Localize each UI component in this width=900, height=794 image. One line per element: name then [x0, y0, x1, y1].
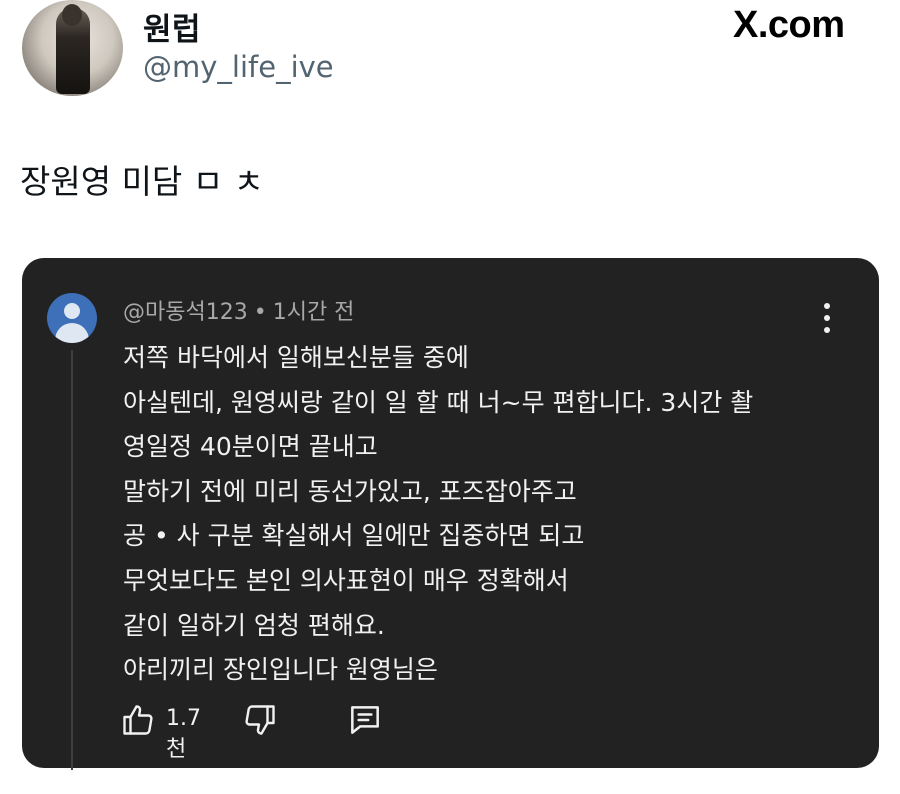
comment-icon	[351, 706, 379, 734]
comment-line: 공 • 사 구분 확실해서 일에만 집중하면 되고	[123, 521, 585, 551]
thread-line	[71, 350, 73, 770]
thumbs-up-icon	[123, 705, 153, 735]
comment-line: 야리끼리 장인입니다 원영님은	[123, 655, 438, 685]
display-name[interactable]: 원럽	[143, 4, 201, 49]
comment-author: @마동석123	[123, 300, 248, 325]
more-vertical-icon[interactable]	[821, 301, 833, 335]
comment-body: 저쪽 바닥에서 일해보신분들 중에 아실텐데, 원영씨랑 같이 일 할 때 너~…	[123, 336, 853, 693]
comment-screenshot-card: @마동석123 • 1시간 전 저쪽 바닥에서 일해보신분들 중에 아실텐데, 원영…	[22, 258, 879, 770]
meta-separator: •	[253, 300, 267, 325]
comment-line: 영일정 40분이면 끝내고	[123, 432, 378, 462]
avatar-head	[62, 4, 82, 26]
profile-avatar[interactable]	[22, 0, 123, 96]
reply-button[interactable]	[346, 700, 384, 740]
tweet-text: 장원영 미담 ㅁ ㅊ	[20, 162, 264, 201]
comment-line: 아실텐데, 원영씨랑 같이 일 할 때 너~무 편합니다. 3시간 촬	[123, 387, 754, 417]
comment-line: 무엇보다도 본인 의사표현이 매우 정확해서	[123, 565, 569, 595]
comment-line: 같이 일하기 엄청 편해요.	[123, 610, 385, 640]
thumbs-down-icon	[245, 705, 275, 735]
comment-line: 말하기 전에 미리 동선가있고, 포즈잡아주고	[123, 476, 577, 506]
default-user-icon	[47, 293, 97, 343]
like-count: 1.7천	[166, 706, 201, 762]
comment-meta: @마동석123 • 1시간 전	[123, 294, 354, 326]
comment-line: 저쪽 바닥에서 일해보신분들 중에	[123, 343, 469, 372]
user-handle[interactable]: @my_life_ive	[143, 50, 334, 84]
dislike-button[interactable]	[242, 700, 278, 740]
like-button[interactable]	[120, 700, 156, 740]
x-logo: X.com	[733, 4, 845, 46]
comment-time: 1시간 전	[272, 300, 355, 325]
